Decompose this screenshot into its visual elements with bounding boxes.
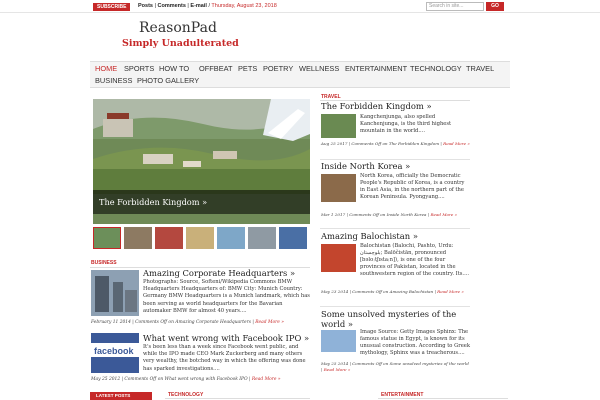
post-thumbnail[interactable]: facebook: [91, 333, 139, 373]
subscribe-button[interactable]: SUBSCRIBE: [93, 3, 131, 11]
top-bar: SUBSCRIBE Posts | Comments | E-mail / Th…: [0, 0, 600, 13]
search-input[interactable]: Search in site...: [426, 2, 484, 11]
travel-post-title[interactable]: Inside North Korea »: [321, 161, 410, 171]
posts-rss-link[interactable]: Posts: [138, 3, 153, 9]
travel-post-excerpt: Image Source: Getty Images Sphinx: The f…: [360, 329, 470, 357]
post-thumbnail[interactable]: [321, 174, 356, 202]
post-title[interactable]: What went wrong with Facebook IPO »: [143, 333, 309, 343]
featured-thumbnails: [93, 227, 310, 249]
nav-item-poetry[interactable]: POETRY: [263, 63, 293, 75]
travel-post-title[interactable]: Some unsolved mysteries of the world »: [321, 309, 471, 329]
read-more-link[interactable]: Read More »: [252, 377, 281, 382]
thumbnail[interactable]: [279, 227, 307, 249]
section-divider: [378, 398, 508, 399]
nav-item-wellness[interactable]: WELLNESS: [299, 63, 339, 75]
thumbnail[interactable]: [248, 227, 276, 249]
travel-post-meta: Mar 1 2017 | Comments Off on Inside Nort…: [321, 212, 458, 217]
travel-post-title[interactable]: The Forbidden Kingdom »: [321, 101, 432, 111]
site-title[interactable]: ReasonPad: [139, 20, 217, 36]
thumbnail[interactable]: [124, 227, 152, 249]
read-more-link[interactable]: Read More »: [255, 320, 284, 325]
nav-item-offbeat[interactable]: OFFBEAT: [199, 63, 233, 75]
post-thumbnail[interactable]: [91, 270, 139, 316]
nav-item-sports[interactable]: SPORTS: [124, 63, 154, 75]
top-links: Posts | Comments | E-mail / Thursday, Au…: [138, 3, 277, 9]
nav-item-photo-gallery[interactable]: PHOTO GALLERY: [137, 75, 199, 87]
post-excerpt: Photographs: Source, Softeni/Wikipedia C…: [143, 279, 310, 314]
search-go-button[interactable]: GO: [486, 2, 504, 11]
post-thumbnail[interactable]: [321, 330, 356, 352]
featured-slider[interactable]: The Forbidden Kingdom »: [93, 99, 310, 224]
email-link[interactable]: E-mail: [190, 3, 207, 9]
post-thumbnail[interactable]: [321, 244, 356, 272]
nav-item-how-to[interactable]: HOW TO: [159, 63, 189, 75]
nav-item-pets[interactable]: PETS: [238, 63, 257, 75]
post-excerpt: It's been less than a week since Faceboo…: [143, 344, 306, 372]
thumbnail[interactable]: [217, 227, 245, 249]
post-divider: [320, 159, 470, 160]
travel-post-meta: Aug 25 2017 | Comments Off on The Forbid…: [321, 141, 470, 146]
travel-post-excerpt: Kangchenjunga, also spelled Kanchenjunga…: [360, 114, 452, 135]
post-meta: May 25 2012 | Comments Off on What went …: [91, 377, 281, 382]
travel-post-excerpt: Balochistan (Balochi, Pashto, Urdu: بلوچ…: [360, 243, 470, 278]
section-label-business[interactable]: BUSINESS: [91, 260, 117, 266]
travel-post-meta: May 23 2014 | Comments Off on Amazing Ba…: [321, 289, 464, 294]
read-more-link[interactable]: Read More »: [430, 212, 457, 217]
svg-text:facebook: facebook: [94, 346, 135, 356]
post-thumbnail[interactable]: [321, 114, 356, 138]
thumbnail[interactable]: [155, 227, 183, 249]
travel-post-title[interactable]: Amazing Balochistan »: [321, 231, 418, 241]
section-divider: [165, 398, 310, 399]
nav-item-entertainment[interactable]: ENTERTAINMENT: [345, 63, 407, 75]
post-meta: February 11 2014 | Comments Off on Amazi…: [91, 320, 284, 325]
latest-posts-header[interactable]: LATEST POSTS: [90, 392, 152, 400]
current-date: Thursday, August 23, 2018: [211, 3, 277, 9]
featured-title[interactable]: The Forbidden Kingdom »: [99, 197, 207, 207]
main-nav: HOME SPORTS HOW TO OFFBEAT PETS POETRY W…: [90, 61, 510, 88]
thumbnail[interactable]: [93, 227, 121, 249]
post-divider: [320, 228, 470, 229]
nav-item-home[interactable]: HOME: [95, 63, 117, 75]
post-title[interactable]: Amazing Corporate Headquarters »: [143, 268, 295, 278]
read-more-link[interactable]: Read More »: [443, 141, 470, 146]
site-tagline: Simply Unadulterated: [122, 38, 239, 49]
read-more-link[interactable]: Read More »: [437, 289, 464, 294]
nav-item-technology[interactable]: TECHNOLOGY: [410, 63, 462, 75]
nav-item-travel[interactable]: TRAVEL: [466, 63, 494, 75]
nav-item-business[interactable]: BUSINESS: [95, 75, 132, 87]
thumbnail[interactable]: [186, 227, 214, 249]
read-more-link[interactable]: Read More »: [324, 367, 351, 372]
travel-post-meta: May 25 2014 | Comments Off on Some unsol…: [321, 361, 469, 372]
post-divider: [320, 306, 470, 307]
travel-post-excerpt: North Korea, officially the Democratic P…: [360, 173, 465, 201]
comments-rss-link[interactable]: Comments: [157, 3, 185, 9]
